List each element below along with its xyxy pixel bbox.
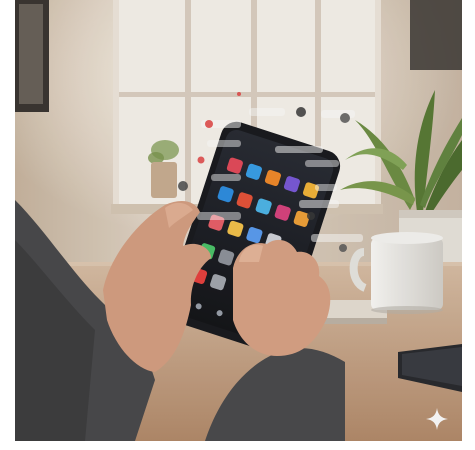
photo xyxy=(15,0,462,441)
sparkle-icon xyxy=(426,408,448,430)
